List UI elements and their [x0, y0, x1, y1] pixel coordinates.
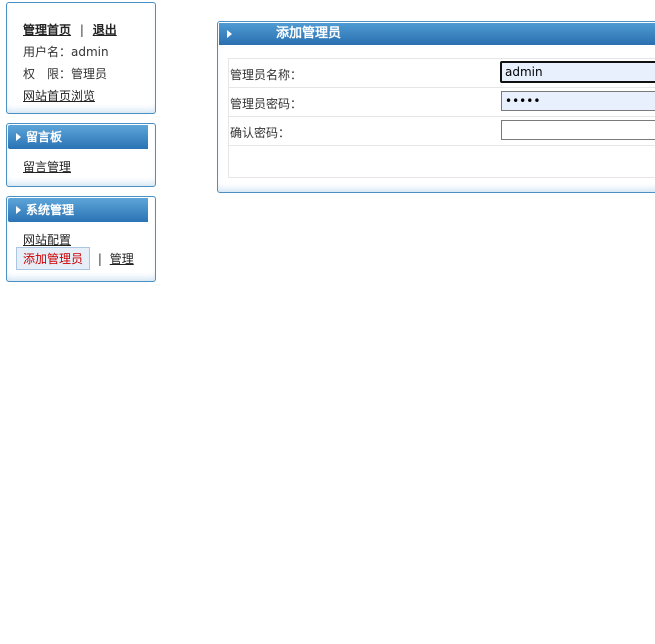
user-info-box: 管理首页 | 退出 用户名：admin 权 限：管理员 网站首页浏览: [6, 2, 156, 114]
logout-link[interactable]: 退出: [93, 23, 117, 37]
guestbook-title: 留言板: [26, 130, 63, 144]
password-input[interactable]: [501, 91, 655, 111]
guestbook-item-row: 留言管理: [23, 158, 71, 175]
panel-title: 添加管理员: [276, 26, 342, 41]
site-config-row: 网站配置: [23, 231, 71, 248]
browse-site-link[interactable]: 网站首页浏览: [23, 89, 95, 103]
confirm-password-input[interactable]: [501, 120, 655, 140]
form-row-username: 管理员名称：: [229, 59, 655, 88]
username-text: 用户名：admin: [23, 45, 109, 59]
system-header[interactable]: 系统管理: [8, 198, 154, 222]
site-config-link[interactable]: 网站配置: [23, 233, 71, 247]
link-separator: |: [97, 252, 102, 266]
username-label: 管理员名称：: [230, 68, 303, 82]
form-row-password: 管理员密码：: [229, 88, 655, 117]
guestbook-box: 留言板 留言管理: [6, 123, 156, 187]
caret-right-icon: [227, 30, 232, 38]
top-links: 管理首页 | 退出: [23, 21, 117, 38]
form-footer: [229, 146, 655, 176]
link-separator: |: [79, 23, 84, 37]
system-box: 系统管理 网站配置 添加管理员 | 管理: [6, 196, 156, 282]
panel-header: 添加管理员: [219, 23, 655, 45]
system-title: 系统管理: [26, 203, 75, 217]
confirm-password-label: 确认密码：: [230, 126, 291, 140]
admin-form: 管理员名称： 管理员密码： 确认密码：: [228, 58, 655, 178]
caret-right-icon: [16, 205, 21, 214]
role-text: 权 限：管理员: [23, 67, 108, 81]
guestbook-manage-link[interactable]: 留言管理: [23, 160, 71, 174]
browse-row: 网站首页浏览: [23, 87, 95, 104]
password-label: 管理员密码：: [230, 97, 303, 111]
add-admin-link[interactable]: 添加管理员: [16, 247, 91, 270]
username-input[interactable]: [500, 61, 655, 83]
admin-home-link[interactable]: 管理首页: [23, 23, 71, 37]
caret-right-icon: [16, 132, 21, 141]
form-row-confirm: 确认密码：: [229, 117, 655, 146]
manage-admin-link[interactable]: 管理: [110, 252, 134, 266]
add-admin-panel: 添加管理员 管理员名称： 管理员密码： 确认密码：: [217, 21, 655, 193]
admin-links-row: 添加管理员 | 管理: [16, 247, 134, 270]
guestbook-header[interactable]: 留言板: [8, 125, 154, 149]
